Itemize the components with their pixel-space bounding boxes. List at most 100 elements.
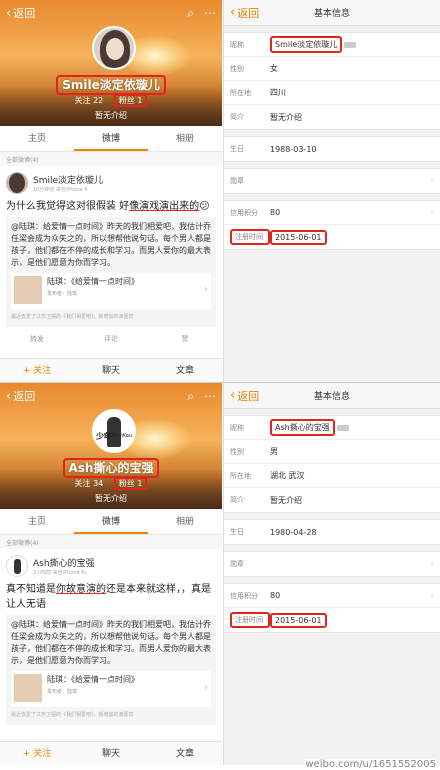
comment-button[interactable]: 评论 [74,331,148,347]
profile-stats: 关注 34 粉丝 1 [0,477,222,490]
profile-tabs: 主页 微博 相册 [0,509,222,535]
info-group-badge: 勋章 › [224,551,440,577]
repost-block[interactable]: @陆琪：给爱情一点时间》昨天的我们相爱吧，我估计乔任梁会成为众矢之的，所以想帮他… [6,615,216,725]
post-time: 10分钟前 来自iPhone 6 [33,187,88,193]
profile-header: ‹ 返回 ⌕ ⋯ 少年 ShiNianKou Ash撕心的宝强 关注 34 粉丝 … [0,383,222,509]
info-row-credit[interactable]: 信用积分 80 › [224,201,440,225]
follow-button[interactable]: + 关注 [0,742,74,765]
articles-button[interactable]: 文章 [148,359,222,382]
bio-value: 暂无介绍 [270,112,302,122]
back-button[interactable]: ‹ 返回 [6,5,35,21]
articles-button[interactable]: 文章 [148,742,222,765]
info-row-registered: 注册时间 2015-06-01 [224,225,440,249]
back-button[interactable]: ‹ 返回 [6,388,35,404]
fans-stat[interactable]: 粉丝 1 [113,94,148,107]
nickname-value: Smile淡定依璇儿 [270,36,343,53]
top-nav-bar: ‹ 返回 ⌕ ⋯ [0,0,222,26]
article-card[interactable]: 陆琪：《给爱情一点时间》 发布者：陆琪 › [11,273,211,309]
tab-home[interactable]: 主页 [0,509,74,534]
info-label: 生日 [230,145,244,153]
info-label: 信用积分 [230,208,258,217]
info-label: 注册时间 [230,612,270,628]
nickname-value: Ash撕心的宝强 [270,419,335,436]
tab-weibo[interactable]: 微博 [74,126,148,151]
following-stat[interactable]: 关注 34 [75,479,104,488]
chevron-left-icon: ‹ [230,5,236,20]
article-title: 陆琪：《给爱情一点时间》 [47,675,139,684]
info-row-badge[interactable]: 勋章 › [224,169,440,193]
following-stat[interactable]: 关注 22 [75,96,104,105]
info-label: 性别 [230,64,244,73]
following-label: 关注 [74,479,91,488]
chevron-right-icon: › [204,682,208,693]
chevron-right-icon: › [430,207,434,218]
search-icon[interactable]: ⌕ [187,389,194,404]
registered-value: 2015-06-01 [270,612,327,628]
info-group-credit: 信用积分 80 › 注册时间 2015-06-01 [224,200,440,250]
avatar-subtext: ShiNianKou [103,433,132,439]
follow-button[interactable]: + 关注 [0,359,74,382]
post-header: Smile淡定依璇儿 10分钟前 来自iPhone 6 [6,170,216,196]
top-screenshot-pair: ‹ 返回 ⌕ ⋯ Smile淡定依璇儿 关注 22 粉丝 1 暂无介绍 主页 微博… [0,0,440,382]
more-icon[interactable]: ⋯ [204,6,216,21]
like-button[interactable]: 赞 [148,331,222,347]
info-label: 性别 [230,447,244,456]
post-text-part: 为什么我觉得这对很假装 好 [6,201,130,212]
tab-weibo[interactable]: 微博 [74,509,148,534]
fans-label: 粉丝 [118,479,135,488]
info-row-bio: 简介 暂无介绍 [224,488,440,512]
fans-count: 1 [137,479,143,488]
post-avatar[interactable] [6,555,28,577]
tab-album[interactable]: 相册 [148,126,222,151]
post-avatar[interactable] [6,172,28,194]
info-group-profile: 昵称 Smile淡定依璇儿 性别 女 所在地 四川 简介 暂无介绍 [224,32,440,130]
profile-header: ‹ 返回 ⌕ ⋯ Smile淡定依璇儿 关注 22 粉丝 1 暂无介绍 [0,0,222,126]
info-label: 勋章 [230,177,244,185]
avatar[interactable] [92,26,136,70]
article-publisher: 发布者：陆琪 [47,291,78,297]
chevron-left-icon: ‹ [6,388,12,404]
bottom-action-bar: + 关注 聊天 文章 [0,741,222,765]
info-row-location: 所在地 湖北 武汉 [224,464,440,488]
info-row-badge[interactable]: 勋章 › [224,552,440,576]
post-author[interactable]: Smile淡定依璇儿 [33,173,103,186]
avatar[interactable]: 少年 ShiNianKou [92,409,136,453]
info-group-birthday: 生日 1988-03-10 [224,136,440,162]
following-count: 22 [93,96,104,105]
search-icon[interactable]: ⌕ [187,6,194,21]
back-button[interactable]: ‹ 返回 [230,388,259,404]
gender-value: 女 [270,64,278,73]
gender-value: 男 [270,447,278,456]
tab-home[interactable]: 主页 [0,126,74,151]
chat-button[interactable]: 聊天 [74,359,148,382]
repost-text: @陆琪：给爱情一点时间》昨天的我们相爱吧，我估计乔任梁会成为众矢之的，所以想帮他… [11,620,211,665]
post-actions: 转发 评论 赞 [0,331,222,347]
fans-stat[interactable]: 粉丝 1 [113,477,148,490]
post-text: 真不知道是你故意演的还是本来就这样，，真是让人无语 [6,582,216,612]
info-row-location: 所在地 四川 [224,81,440,105]
location-value: 四川 [270,88,286,97]
post-avatar-figure [14,559,21,574]
article-hint: 最近去爱了江苏卫视的《我们相爱吧》，新增加的演嘉宾 [11,712,134,718]
repost-block[interactable]: @陆琪：给爱情一点时间》昨天的我们相爱吧，我估计乔任梁会成为众矢之的，所以想帮他… [6,217,216,327]
credit-value: 80 [270,591,281,600]
chat-button[interactable]: 聊天 [74,742,148,765]
post-author[interactable]: Ash撕心的宝强 [33,556,95,569]
info-row-credit[interactable]: 信用积分 80 › [224,584,440,608]
info-row-birthday: 生日 1988-03-10 [224,137,440,161]
back-button[interactable]: ‹ 返回 [230,5,259,21]
article-title: 陆琪：《给爱情一点时间》 [47,277,139,286]
weibo-filter[interactable]: 全部微博(4) [0,152,222,166]
weibo-filter[interactable]: 全部微博(4) [0,535,222,549]
tab-album[interactable]: 相册 [148,509,222,534]
info-label: 勋章 [230,560,244,568]
profile-page-top: ‹ 返回 ⌕ ⋯ Smile淡定依璇儿 关注 22 粉丝 1 暂无介绍 主页 微博… [0,0,222,382]
post-text-underlined: 你故意演的 [56,584,106,595]
basic-info-page-top: ‹ 返回 基本信息 昵称 Smile淡定依璇儿 性别 女 所在地 四川 简介 暂无介绍 生… [223,0,440,382]
fans-count: 1 [137,96,143,105]
article-thumbnail [14,276,42,304]
more-icon[interactable]: ⋯ [204,389,216,404]
repost-button[interactable]: 转发 [0,331,74,347]
article-card[interactable]: 陆琪：《给爱情一点时间》 发布者：陆琪 › [11,671,211,707]
back-label: 返回 [237,389,260,403]
